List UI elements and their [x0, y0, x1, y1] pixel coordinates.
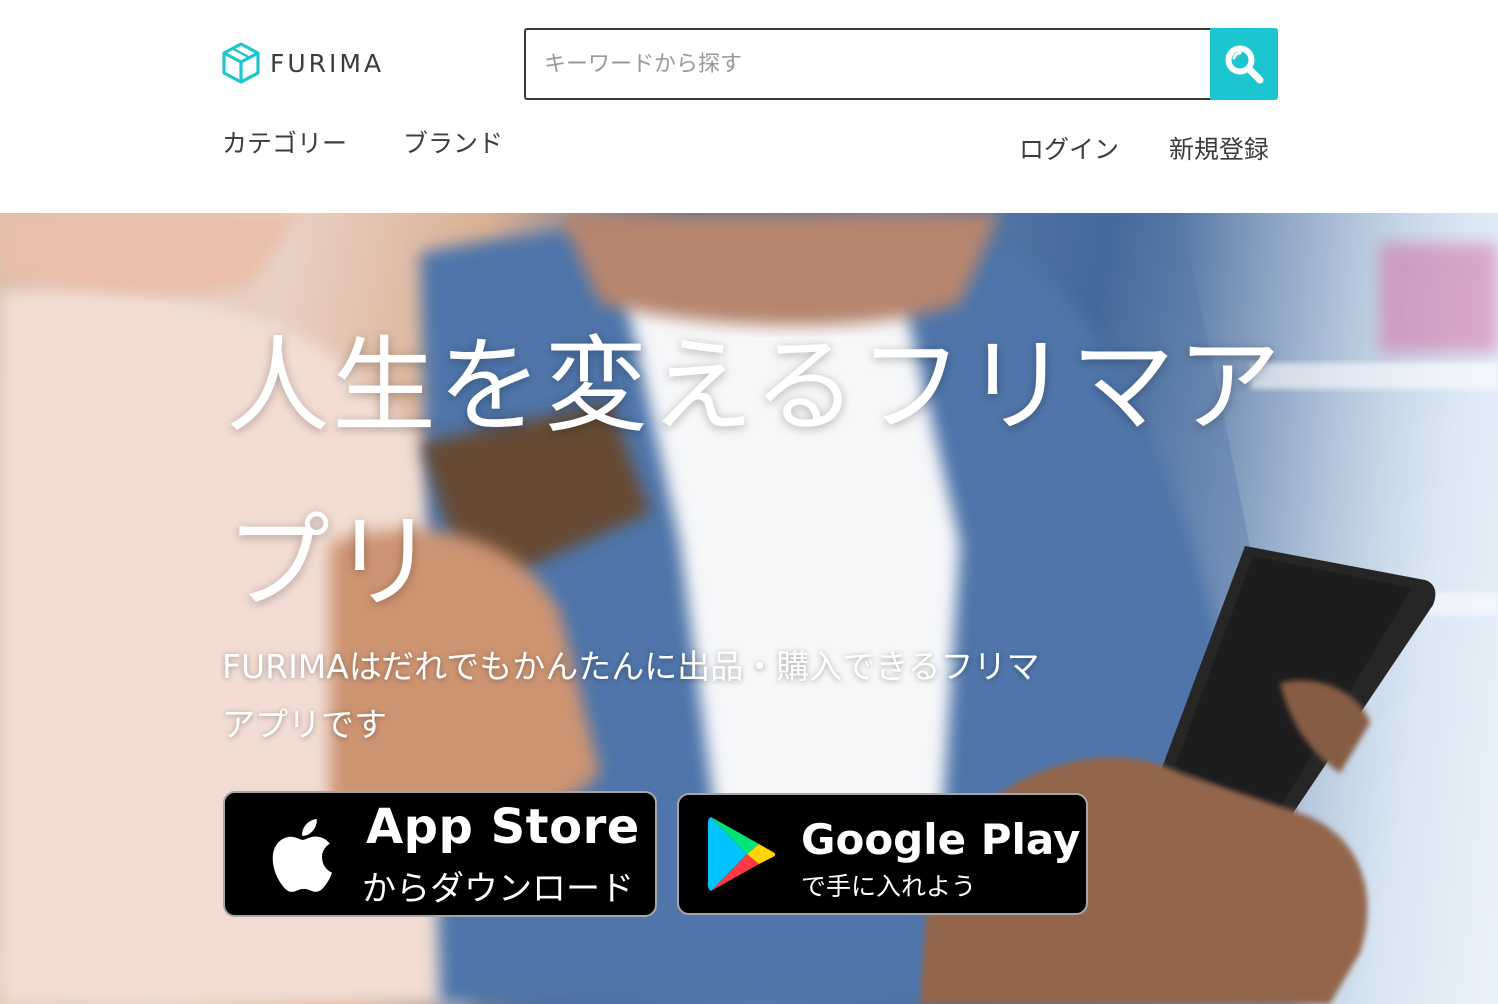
nav-category-link[interactable]: カテゴリー — [222, 124, 347, 160]
box-logo-icon — [222, 42, 260, 84]
hero-description: FURIMAはだれでもかんたんに出品・購入できるフリマアプリです — [222, 647, 1040, 744]
app-store-badge[interactable]: App Store からダウンロード — [223, 791, 657, 917]
app-store-sublabel: からダウンロード — [362, 869, 634, 909]
site-logo[interactable]: FURIMA — [221, 41, 384, 85]
search-button[interactable] — [1210, 28, 1278, 100]
google-play-badge[interactable]: Google Play で手に入れよう — [677, 793, 1088, 915]
nav-brand-link[interactable]: ブランド — [403, 124, 503, 160]
login-link[interactable]: ログイン — [1019, 130, 1119, 166]
search-icon — [1225, 45, 1264, 84]
site-header: FURIMA カテゴリー ブランド ログイン 新規登録 — [0, 0, 1498, 213]
hero-banner: 人生を変えるフリマアプリ FURIMAはだれでもかんたんに出品・購入できるフリマ… — [0, 213, 1498, 1004]
hero-title: 人生を変えるフリマアプリ — [226, 325, 1283, 623]
google-play-icon — [708, 817, 776, 891]
google-play-sublabel: で手に入れよう — [801, 872, 977, 901]
search-input[interactable] — [524, 28, 1210, 100]
signup-link[interactable]: 新規登録 — [1169, 130, 1269, 166]
apple-logo-icon — [272, 819, 332, 892]
logo-text: FURIMA — [270, 48, 385, 78]
app-store-label: App Store — [366, 799, 640, 855]
google-play-label: Google Play — [801, 815, 1081, 864]
